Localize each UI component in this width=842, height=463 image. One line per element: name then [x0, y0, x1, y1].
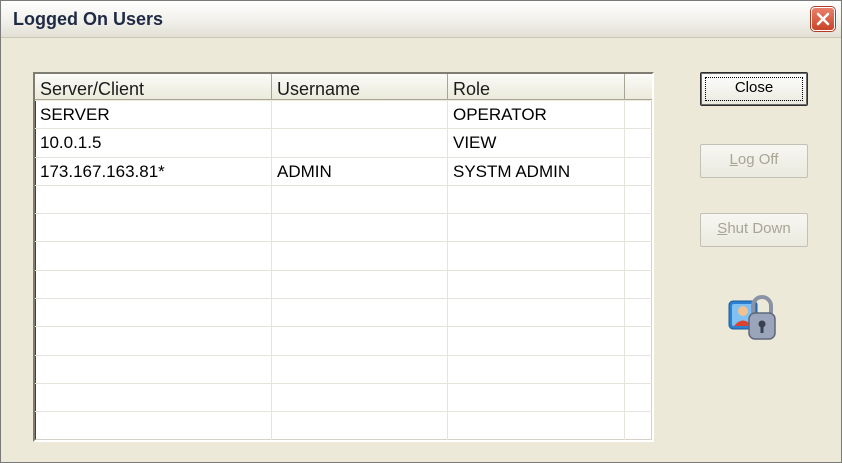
- window-close-button[interactable]: [811, 7, 835, 31]
- table-row[interactable]: [35, 384, 652, 413]
- table-row[interactable]: [35, 242, 652, 271]
- table-row[interactable]: 173.167.163.81* ADMIN SYSTM ADMIN: [35, 158, 652, 186]
- table-row[interactable]: [35, 186, 652, 215]
- cell-server-client: 173.167.163.81*: [40, 161, 165, 181]
- close-button[interactable]: Close: [700, 72, 808, 106]
- shut-down-label: hut Down: [727, 220, 791, 237]
- table-row[interactable]: [35, 412, 652, 440]
- list-rows: SERVER OPERATOR 10.0.1.5 VIEW 173.167.16…: [35, 101, 652, 440]
- window-title: Logged On Users: [13, 9, 164, 29]
- column-header-role[interactable]: Role: [448, 74, 625, 100]
- user-lock-icon: [728, 295, 776, 340]
- table-row[interactable]: [35, 214, 652, 243]
- table-row[interactable]: [35, 356, 652, 384]
- shut-down-mnemonic: S: [717, 220, 728, 237]
- table-row[interactable]: 10.0.1.5 VIEW: [35, 129, 652, 158]
- table-row[interactable]: [35, 299, 652, 328]
- logged-on-users-window: Logged On Users Server/Client Username R…: [0, 0, 842, 463]
- cell-username: ADMIN: [277, 161, 332, 181]
- log-off-mnemonic: L: [729, 151, 738, 168]
- table-row[interactable]: [35, 271, 652, 300]
- column-header-username[interactable]: Username: [272, 74, 448, 100]
- cell-server-client: SERVER: [40, 105, 110, 124]
- table-row[interactable]: [35, 327, 652, 356]
- close-icon: [816, 12, 830, 26]
- shut-down-button[interactable]: Shut Down: [700, 213, 808, 247]
- focus-rectangle: [705, 77, 803, 101]
- title-bar: Logged On Users: [1, 1, 841, 38]
- cell-role: SYSTM ADMIN: [453, 161, 571, 181]
- column-header-server-client[interactable]: Server/Client: [35, 74, 272, 100]
- column-header-empty: [625, 74, 652, 100]
- log-off-label: og Off: [737, 151, 779, 168]
- users-list[interactable]: Server/Client Username Role SERVER OPERA…: [33, 72, 654, 442]
- list-header: Server/Client Username Role: [35, 74, 652, 101]
- cell-role: VIEW: [453, 133, 497, 153]
- cell-role: OPERATOR: [453, 105, 547, 124]
- cell-server-client: 10.0.1.5: [40, 133, 102, 153]
- table-row[interactable]: SERVER OPERATOR: [35, 101, 652, 130]
- log-off-button[interactable]: Log Off: [700, 144, 808, 178]
